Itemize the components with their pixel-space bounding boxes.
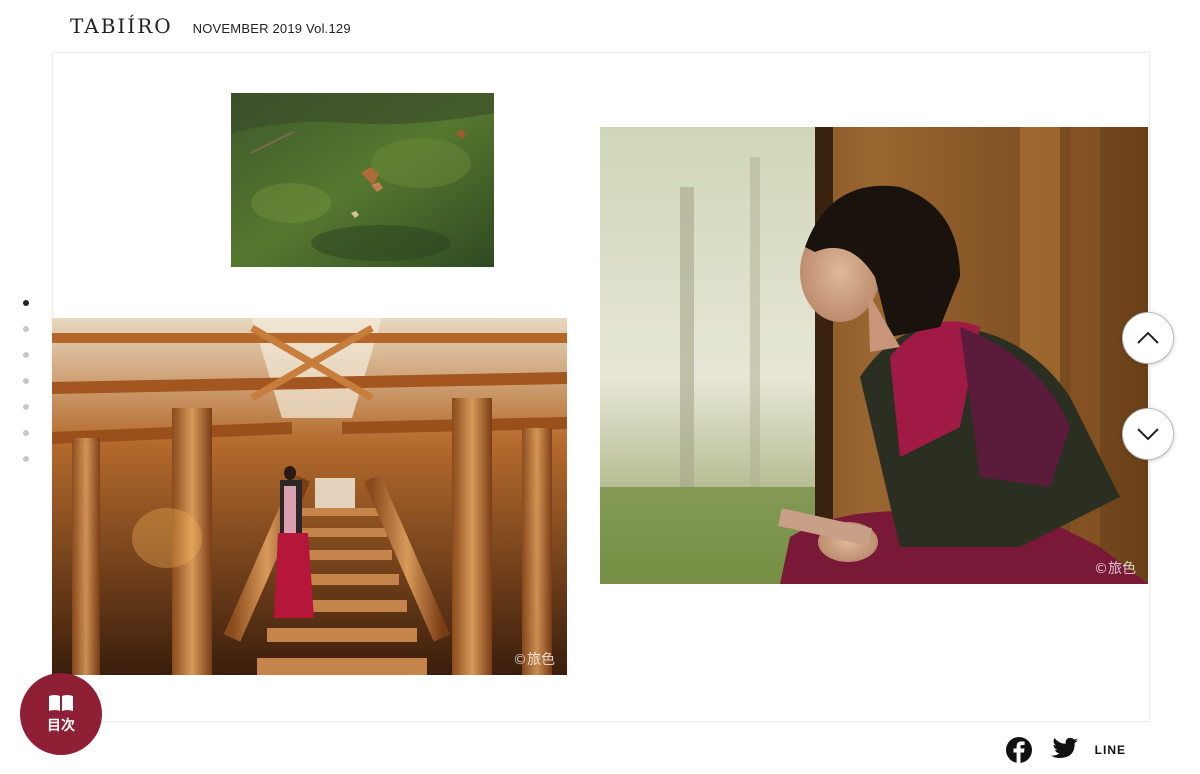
photo-credit: ©旅色 bbox=[513, 652, 555, 668]
photo-moss-leaves bbox=[231, 93, 494, 267]
page-indicator bbox=[20, 300, 32, 482]
page-dot-5[interactable] bbox=[23, 404, 29, 410]
page-dot-1[interactable] bbox=[23, 300, 29, 306]
facebook-icon bbox=[1005, 737, 1032, 763]
chevron-up-icon bbox=[1137, 331, 1159, 344]
page-dot-7[interactable] bbox=[23, 456, 29, 462]
photo-log-staircase: ©旅色 bbox=[52, 318, 567, 675]
photo-window-portrait: ©旅色 bbox=[600, 127, 1148, 584]
line-share-button[interactable]: LINE bbox=[1095, 743, 1126, 757]
chevron-down-icon bbox=[1137, 428, 1159, 441]
share-bar: LINE bbox=[1005, 736, 1126, 764]
page-dot-6[interactable] bbox=[23, 430, 29, 436]
page-dot-2[interactable] bbox=[23, 326, 29, 332]
issue-label: NOVEMBER 2019 Vol.129 bbox=[192, 21, 351, 36]
toc-label: 目次 bbox=[47, 717, 75, 734]
line-label: LINE bbox=[1094, 743, 1126, 757]
twitter-icon bbox=[1050, 737, 1078, 758]
twitter-share-button[interactable] bbox=[1049, 737, 1079, 763]
facebook-share-button[interactable] bbox=[1005, 736, 1033, 764]
scroll-up-button[interactable] bbox=[1122, 312, 1174, 364]
page-dot-3[interactable] bbox=[23, 352, 29, 358]
photo-credit: ©旅色 bbox=[1094, 561, 1136, 577]
site-header: TABIÍRO NOVEMBER 2019 Vol.129 bbox=[70, 14, 351, 44]
toc-button[interactable]: 目次 bbox=[20, 673, 102, 755]
site-logo[interactable]: TABIÍRO bbox=[70, 14, 173, 38]
page-dot-4[interactable] bbox=[23, 378, 29, 384]
scroll-down-button[interactable] bbox=[1122, 408, 1174, 460]
book-icon bbox=[49, 694, 73, 711]
